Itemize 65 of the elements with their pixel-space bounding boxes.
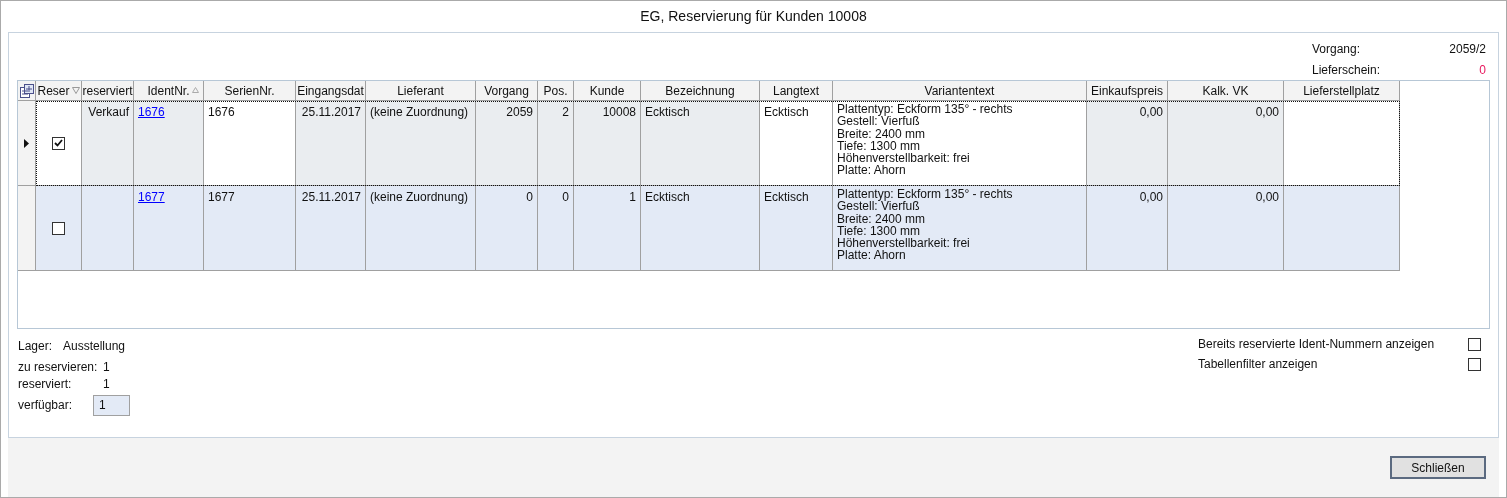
table-cell: 1677 [204,186,296,271]
column-header[interactable]: Eingangsdat [296,81,366,101]
column-header[interactable]: Reser [36,81,82,101]
stock-label: Lager: [18,338,54,351]
table-cell: Ecktisch [760,186,833,271]
column-header[interactable]: Vorgang [476,81,538,101]
stock-label: verfügbar: [18,397,74,414]
table-cell: (keine Zuordnung) [366,186,476,271]
column-header[interactable]: Einkaufspreis [1087,81,1168,101]
info-value: 2059/2 [1448,41,1486,58]
table-row[interactable] [36,101,1400,186]
stock-label: zu reservieren: [18,359,99,372]
close-button[interactable]: Schließen [1390,456,1486,479]
column-header[interactable]: Lieferstellplatz [1284,81,1400,101]
column-chooser-icon[interactable] [19,83,34,98]
stock-value: Ausstellung [63,338,126,351]
column-header[interactable]: Variantentext [833,81,1087,101]
info-value: 0 [1478,61,1486,79]
table-cell: 0,00 [1087,186,1168,271]
table-cell: Ecktisch [641,186,760,271]
column-header[interactable]: Kunde [574,81,641,101]
stock-value: 1 [103,359,110,372]
checkbox[interactable] [52,221,65,235]
table-cell: 25.11.2017 [296,101,366,186]
table-cell: 10008 [574,101,641,186]
table-cell: (keine Zuordnung) [366,101,476,186]
info-label: Lieferschein: [1312,61,1382,79]
sort-icon [192,87,199,93]
checkbox[interactable] [1468,337,1481,351]
checkbox[interactable] [52,136,65,150]
available-field[interactable]: 1 [93,394,130,416]
window-title: EG, Reservierung für Kunden 10008 [640,7,867,26]
table-cell: 2059 [476,101,538,186]
table-cell: 1 [574,186,641,271]
column-header[interactable]: Pos. [538,81,574,101]
table-cell: 0 [476,186,538,271]
column-header[interactable]: IdentNr. [134,81,204,101]
table-cell: Ecktisch [760,101,833,186]
column-header[interactable]: reserviert [82,81,134,101]
info-label: Vorgang: [1312,41,1362,58]
table-cell: 0,00 [1168,186,1284,271]
checkbox[interactable] [1468,357,1481,371]
table-cell: Plattentyp: Eckform 135° - rechts Gestell: Vierfuß Breite: 2400 mm Tiefe: 1300 mm Höhenverstellbarkeit: frei Platte: Ahorn [833,186,1087,271]
table-cell: Verkauf [82,101,134,186]
column-header[interactable]: SerienNr. [204,81,296,101]
option-label: Bereits reservierte Ident-Nummern anzeigen [1198,336,1436,353]
table-cell: 1676 [204,101,296,186]
ident-link[interactable]: 1677 [138,188,165,206]
column-header[interactable]: Lieferant [366,81,476,101]
stock-label: reserviert: [18,376,73,389]
table-row[interactable]: 1677 1677 25.11.2017 (keine Zuordnung) 0 0 1 Ecktisch Ecktisch Plattentyp: Eckform 135° - rechts Gestell: Vierfuß Breite: 2400 mm Tiefe: 1300 mm Höhenverstellbarkeit: frei Platte: Ahorn 0,00 0,00 [36,186,1400,271]
table-cell: Plattentyp: Eckform 135° - rechts Gestell: Vierfuß Breite: 2400 mm Tiefe: 1300 mm Höhenverstellbarkeit: frei Platte: Ahorn [833,101,1087,186]
option-label: Tabellenfilter anzeigen [1198,356,1319,373]
column-header[interactable]: Kalk. VK [1168,81,1284,101]
stock-value: 1 [103,376,110,389]
table-cell: 0,00 [1087,101,1168,186]
column-header[interactable]: Bezeichnung [641,81,760,101]
table-cell: 0 [538,186,574,271]
filter-icon[interactable] [71,87,80,94]
table-cell: 25.11.2017 [296,186,366,271]
table-cell: Ecktisch [641,101,760,186]
column-header[interactable]: Langtext [760,81,833,101]
table-cell: 0,00 [1168,101,1284,186]
table-cell: 2 [538,101,574,186]
ident-link[interactable]: 1676 [138,103,165,121]
